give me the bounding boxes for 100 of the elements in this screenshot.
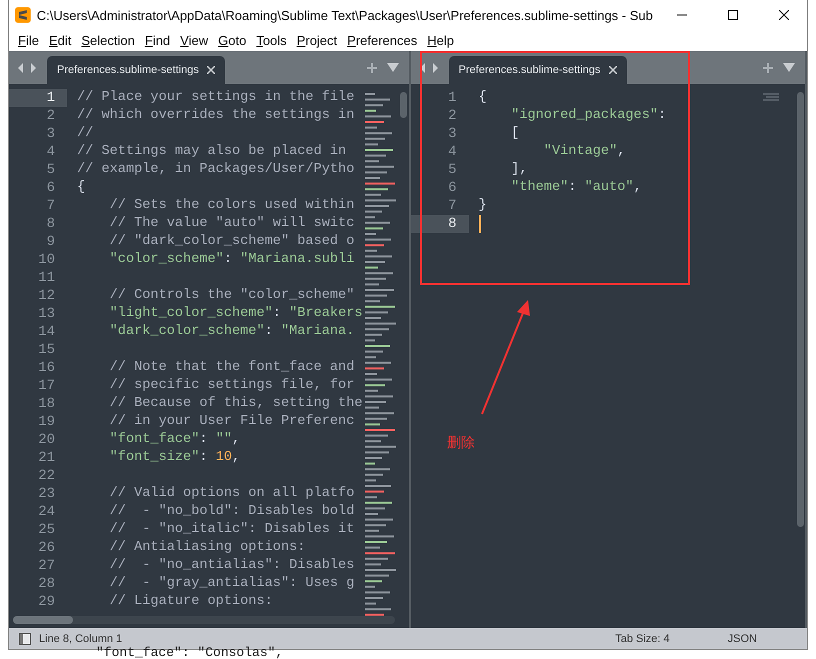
menu-item[interactable]: Tools [251, 33, 292, 48]
code-line: "font_size": 10, [108, 449, 242, 467]
code-line: // in your User File Preferenc [108, 413, 356, 431]
code-line: // The value "auto" will switc [108, 215, 356, 233]
line-number: 5 [447, 161, 458, 179]
menu-item[interactable]: Selection [76, 33, 140, 48]
line-number: 25 [37, 521, 56, 539]
tab-nav-arrows-icon[interactable] [17, 62, 37, 72]
line-number: 15 [37, 341, 56, 359]
line-number: 22 [37, 467, 56, 485]
line-number: 4 [46, 143, 56, 161]
code-line: // Note that the font_face and [108, 359, 356, 377]
code-line: // Controls the "color_scheme" [108, 287, 356, 305]
background-code-text: "font_face": "Consolas", [96, 645, 284, 659]
panel-toggle-icon[interactable] [19, 632, 31, 644]
line-number: 4 [447, 143, 458, 161]
code-line: // - "no_bold": Disables bold [108, 503, 356, 521]
dropdown-icon[interactable] [386, 63, 399, 72]
menu-item[interactable]: Help [422, 33, 459, 48]
code-line: [ [510, 125, 520, 143]
line-number: 8 [410, 215, 469, 233]
line-number: 14 [37, 323, 56, 341]
line-number: 8 [46, 215, 56, 233]
code-line: "Vintage", [542, 143, 626, 161]
plus-icon[interactable] [763, 62, 773, 72]
code-line: "font_face": "", [108, 431, 242, 449]
line-number: 10 [37, 251, 56, 269]
cursor-position: Line 8, Column 1 [39, 632, 122, 644]
menu-item[interactable]: Project [292, 33, 342, 48]
code-line: "dark_color_scheme": "Mariana. [108, 323, 356, 341]
line-number: 1 [9, 89, 67, 107]
code-line: // specific settings file, for [108, 377, 356, 395]
code-line: "light_color_scheme": "Breakers [108, 305, 363, 323]
menu-item[interactable]: File [13, 33, 44, 48]
tab-size[interactable]: Tab Size: 4 [615, 632, 670, 644]
line-number: 18 [37, 395, 56, 413]
line-number: 26 [37, 539, 56, 557]
file-tab[interactable]: Preferences.sublime-settings [47, 56, 225, 84]
code-line: { [77, 179, 86, 197]
scrollbar-thumb[interactable] [400, 92, 408, 118]
line-number: 28 [37, 575, 56, 593]
code-line: // - "no_italic": Disables it [108, 521, 356, 539]
line-number: 17 [37, 377, 56, 395]
code-line: // Ligature options: [108, 593, 274, 611]
horizontal-scrollbar[interactable] [13, 616, 395, 624]
line-number: 2 [447, 107, 458, 125]
line-number: 5 [46, 161, 56, 179]
menu-item[interactable]: View [175, 33, 214, 48]
code-line: // example, in Packages/User/Pytho [77, 161, 356, 179]
line-number: 24 [37, 503, 56, 521]
file-tab[interactable]: Preferences.sublime-settings [448, 56, 627, 84]
code-line: // Antialiasing options: [108, 539, 306, 557]
line-number: 11 [37, 269, 56, 287]
window-title: C:\Users\Administrator\AppData\Roaming\Sublime Text\Packages\User\Preferences.sublime-settings - Sub [36, 8, 653, 22]
line-number: 19 [37, 413, 56, 431]
syntax-label[interactable]: JSON [728, 632, 757, 644]
scrollbar-thumb[interactable] [796, 92, 804, 527]
code-line: // - "no_antialias": Disables [108, 557, 356, 575]
code-line: // Settings may also be placed in [77, 143, 348, 161]
plus-icon[interactable] [366, 62, 377, 72]
menu-item[interactable]: Goto [213, 33, 252, 48]
code-line: // "dark_color_scheme" based o [108, 233, 356, 251]
line-number: 23 [37, 485, 56, 503]
line-number: 3 [447, 125, 458, 143]
code-line: ], [510, 161, 528, 179]
line-number: 27 [37, 557, 56, 575]
menu-item[interactable]: Find [140, 33, 176, 48]
line-number: 7 [447, 197, 458, 215]
code-line: "color_scheme": "Mariana.subli [108, 251, 356, 269]
close-icon[interactable] [779, 10, 790, 20]
menu-item[interactable]: Preferences [342, 33, 422, 48]
line-number: 12 [37, 287, 56, 305]
minimap-drawing[interactable] [763, 93, 779, 101]
line-number: 6 [46, 179, 56, 197]
line-number: 3 [46, 125, 56, 143]
code-line: // Valid options on all platfo [108, 485, 356, 503]
code-line: // Place your settings in the file [77, 89, 356, 107]
line-number: 13 [37, 305, 56, 323]
dropdown-icon[interactable] [783, 63, 795, 72]
line-number: 16 [37, 359, 56, 377]
code-line: // [77, 125, 94, 143]
annotation-label: 删除 [447, 434, 475, 452]
line-number: 29 [37, 593, 56, 611]
menu-item[interactable]: Edit [44, 33, 76, 48]
line-number: 9 [46, 233, 56, 251]
line-number: 20 [37, 431, 56, 449]
line-number: 7 [46, 197, 56, 215]
code-line: "theme": "auto", [510, 179, 643, 197]
maximize-icon[interactable] [728, 10, 738, 20]
line-number: 21 [37, 449, 56, 467]
code-line: "ignored_packages": [510, 107, 668, 125]
code-line: // - "gray_antialias": Uses g [108, 575, 356, 593]
code-line: // which overrides the settings in [77, 107, 356, 125]
code-line: // Sets the colors used within [108, 197, 356, 215]
code-line: { [478, 89, 488, 107]
line-number: 6 [447, 179, 458, 197]
app-logo-icon [15, 7, 31, 23]
code-line: // Because of this, setting the [108, 395, 363, 413]
code-line: } [478, 197, 488, 215]
line-number: 1 [447, 89, 458, 107]
